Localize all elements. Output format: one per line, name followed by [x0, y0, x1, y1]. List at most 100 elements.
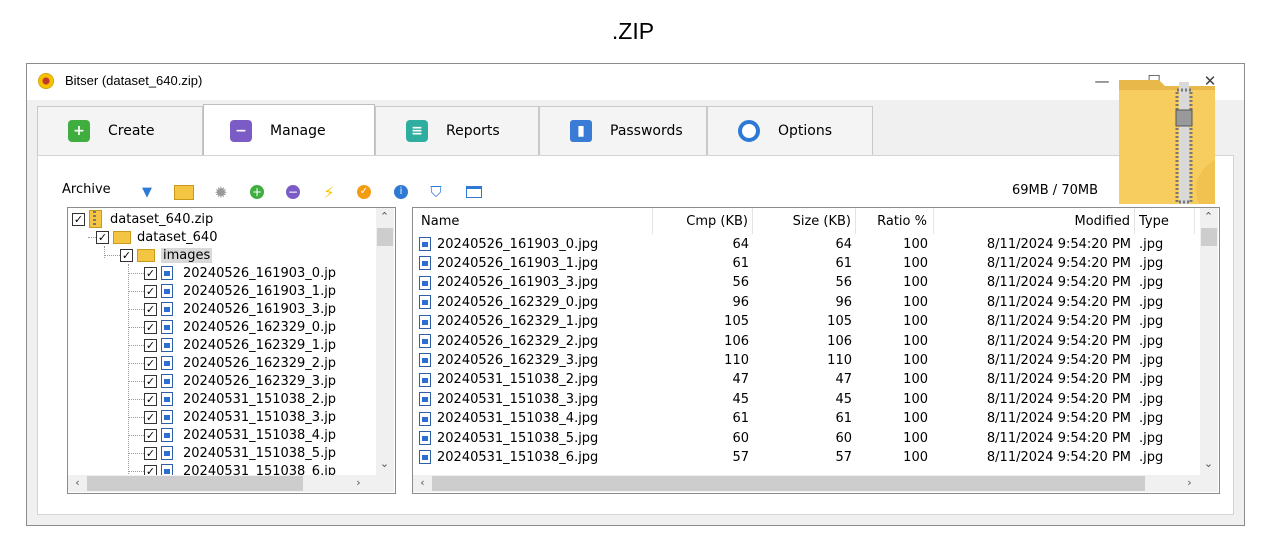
tree-file-item[interactable]: ✓ 20240526_161903_1.jp	[144, 282, 336, 300]
window-title: Bitser (dataset_640.zip)	[65, 73, 203, 88]
checkbox[interactable]: ✓	[144, 446, 157, 460]
scroll-left-arrow-icon[interactable]: ‹	[414, 476, 431, 489]
checkbox[interactable]: ✓	[144, 392, 157, 406]
checkbox[interactable]: ✓	[144, 410, 157, 424]
cell-cmp: 60	[653, 429, 749, 447]
tree-file-label: 20240526_161903_3.jp	[183, 301, 337, 317]
cell-text: .jpg	[1139, 372, 1164, 388]
tab-create[interactable]: + Create	[37, 106, 203, 155]
dropdown-icon[interactable]: ▼	[137, 182, 157, 202]
checkbox[interactable]: ✓	[144, 356, 157, 370]
column-header-type[interactable]: Type	[1135, 208, 1195, 234]
checkbox[interactable]: ✓	[144, 266, 157, 280]
cell-cmp: 64	[653, 235, 749, 253]
cell-cmp: 47	[653, 371, 749, 389]
scroll-right-arrow-icon[interactable]: ›	[1181, 476, 1198, 489]
tree-file-item[interactable]: ✓ 20240526_161903_0.jp	[144, 264, 336, 282]
cell-text: 20240526_162329_2.jpg	[437, 333, 599, 349]
checkbox[interactable]: ✓	[144, 374, 157, 388]
add-icon[interactable]: +	[247, 182, 267, 202]
checkbox[interactable]: ✓	[144, 338, 157, 352]
open-folder-icon[interactable]	[174, 182, 194, 202]
cell-text: 8/11/2024 9:54:20 PM	[986, 275, 1131, 291]
scroll-down-arrow-icon[interactable]: ⌄	[376, 457, 393, 470]
cell-size: 47	[753, 371, 852, 389]
checkbox[interactable]: ✓	[144, 284, 157, 298]
cell-text: 8/11/2024 9:54:20 PM	[986, 391, 1131, 407]
lightning-icon[interactable]: ⚡	[319, 182, 339, 202]
tree-file-item[interactable]: ✓ 20240531_151038_2.jp	[144, 390, 336, 408]
tree-file-item[interactable]: ✓ 20240531_151038_3.jp	[144, 408, 336, 426]
tree-file-item[interactable]: ✓ 20240526_161903_3.jp	[144, 300, 336, 318]
info-icon[interactable]: i	[391, 182, 411, 202]
checkbox[interactable]: ✓	[72, 212, 85, 226]
cell-modified: 8/11/2024 9:54:20 PM	[934, 313, 1131, 331]
checkbox[interactable]: ✓	[120, 248, 133, 262]
cell-text: 57	[732, 449, 749, 465]
tab-manage[interactable]: − Manage	[203, 104, 375, 156]
tree-vscroll-thumb[interactable]	[377, 228, 393, 246]
tab-options[interactable]: Options	[707, 106, 873, 155]
archive-tree[interactable]: ✓ dataset_640.zip ✓ dataset_640 ✓ images…	[67, 207, 396, 494]
tree-root[interactable]: ✓ dataset_640.zip	[72, 210, 213, 228]
tree-file-item[interactable]: ✓ 20240526_162329_3.jp	[144, 372, 336, 390]
tree-file-label: 20240526_162329_3.jp	[183, 373, 337, 389]
window-icon[interactable]	[464, 182, 484, 202]
checkbox[interactable]: ✓	[96, 230, 109, 244]
scroll-left-arrow-icon[interactable]: ‹	[69, 476, 86, 489]
cell-text: 8/11/2024 9:54:20 PM	[986, 294, 1131, 310]
list-hscroll-thumb[interactable]	[432, 476, 1145, 491]
scroll-down-arrow-icon[interactable]: ⌄	[1200, 457, 1217, 470]
image-file-icon	[419, 256, 431, 271]
cell-text: 57	[835, 449, 852, 465]
image-file-icon	[161, 320, 173, 334]
checkbox[interactable]: ✓	[144, 302, 157, 316]
column-header-ratio[interactable]: Ratio %	[856, 208, 934, 234]
remove-icon[interactable]: −	[283, 182, 303, 202]
tab-reports[interactable]: ≡ Reports	[375, 106, 539, 155]
file-list[interactable]: Name Cmp (KB) Size (KB) Ratio % Modified…	[412, 207, 1220, 494]
tree-file-item[interactable]: ✓ 20240526_162329_2.jp	[144, 354, 336, 372]
checkbox[interactable]: ✓	[144, 428, 157, 442]
cell-text: 110	[827, 352, 852, 368]
settings-gear-icon[interactable]: ✹	[211, 182, 231, 202]
cell-text: 20240531_151038_5.jpg	[437, 430, 599, 446]
scroll-right-arrow-icon[interactable]: ›	[350, 476, 367, 489]
cell-text: 45	[835, 391, 852, 407]
tree-file-item[interactable]: ✓ 20240526_162329_1.jp	[144, 336, 336, 354]
cell-name: 20240531_151038_5.jpg	[419, 429, 653, 447]
tab-passwords[interactable]: ▮ Passwords	[539, 106, 707, 155]
minimize-button[interactable]: —	[1085, 68, 1119, 94]
cell-size: 106	[753, 332, 852, 350]
tree-file-item[interactable]: ✓ 20240531_151038_5.jp	[144, 444, 336, 462]
cell-cmp: 105	[653, 313, 749, 331]
tree-file-item[interactable]: ✓ 20240526_162329_0.jp	[144, 318, 336, 336]
cell-cmp: 57	[653, 448, 749, 466]
cell-text: 20240531_151038_6.jpg	[437, 449, 599, 465]
cell-type: .jpg	[1139, 448, 1195, 466]
cell-text: 8/11/2024 9:54:20 PM	[986, 236, 1131, 252]
cell-size: 110	[753, 351, 852, 369]
scroll-up-arrow-icon[interactable]: ⌃	[1200, 210, 1217, 223]
cell-cmp: 61	[653, 254, 749, 272]
open-folder-icon	[137, 248, 155, 262]
tree-vscrollbar[interactable]	[376, 208, 394, 475]
column-header-modified[interactable]: Modified	[934, 208, 1135, 234]
cell-cmp: 106	[653, 332, 749, 350]
tree-subfolder[interactable]: ✓ images	[120, 246, 213, 264]
scroll-up-arrow-icon[interactable]: ⌃	[376, 210, 393, 223]
list-vscrollbar[interactable]	[1200, 208, 1218, 475]
column-header-name[interactable]: Name	[413, 208, 653, 234]
column-header-cmp[interactable]: Cmp (KB)	[653, 208, 753, 234]
column-header-size[interactable]: Size (KB)	[753, 208, 856, 234]
test-icon[interactable]: ✓	[354, 182, 374, 202]
cell-text: 110	[724, 352, 749, 368]
tree-folder[interactable]: ✓ dataset_640	[96, 228, 217, 246]
tree-hscroll-thumb[interactable]	[87, 476, 303, 491]
tree-file-item[interactable]: ✓ 20240531_151038_4.jp	[144, 426, 336, 444]
list-vscroll-thumb[interactable]	[1201, 228, 1217, 246]
image-file-icon	[419, 295, 431, 310]
checkbox[interactable]: ✓	[144, 320, 157, 334]
shield-icon[interactable]: ⛉	[426, 182, 446, 202]
cell-text: 60	[835, 430, 852, 446]
